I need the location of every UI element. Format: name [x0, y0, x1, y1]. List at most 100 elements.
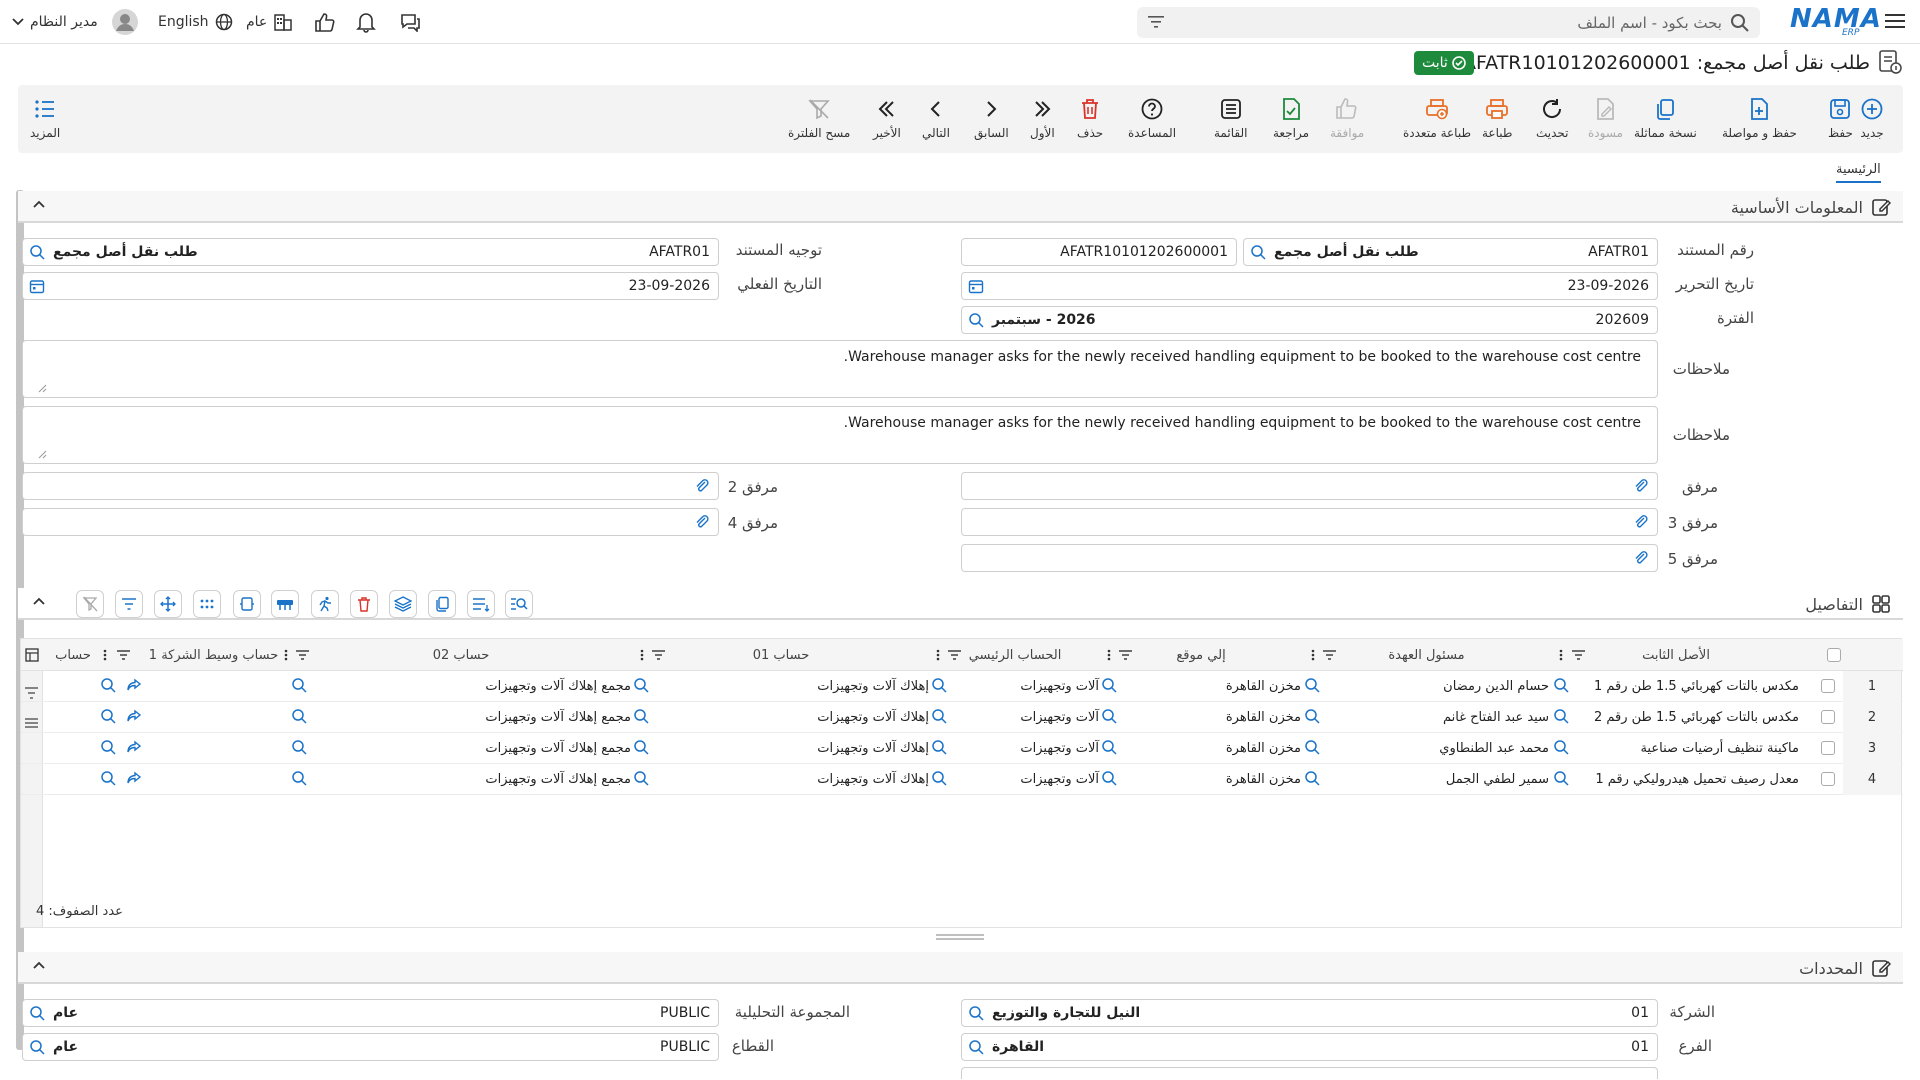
paperclip-icon[interactable] [1633, 514, 1649, 530]
column-menu-icon[interactable] [936, 649, 940, 661]
cell-search-icon[interactable] [1101, 739, 1117, 755]
paperclip-icon[interactable] [1633, 478, 1649, 494]
lookup-search-icon[interactable] [29, 1005, 45, 1021]
cell-search-icon[interactable] [1553, 677, 1569, 693]
column-filter-icon[interactable] [117, 650, 130, 660]
grid-table-icon[interactable] [271, 590, 299, 618]
resize-handle-icon[interactable] [37, 449, 47, 459]
details-header[interactable]: التفاصيل [18, 588, 1903, 620]
col-account01[interactable]: حساب 01 [633, 639, 929, 671]
save-button[interactable]: حفظ [1828, 97, 1853, 140]
cell-search-icon[interactable] [100, 708, 116, 724]
chat-icon[interactable] [399, 0, 421, 44]
hamburger-menu-icon[interactable] [1885, 12, 1905, 30]
list-button[interactable]: القائمة [1214, 97, 1247, 140]
column-filter-icon[interactable] [1323, 650, 1336, 660]
cell-search-icon[interactable] [633, 770, 649, 786]
cell-search-icon[interactable] [931, 677, 947, 693]
table-row[interactable]: 4 معدل رصيف تحميل هيدروليكي رقم 1 سمير لطف… [21, 764, 1903, 795]
more-button[interactable]: المزيد [30, 97, 60, 140]
cell-search-icon[interactable] [1304, 677, 1320, 693]
attach-field[interactable] [961, 472, 1658, 500]
column-chooser-icon[interactable] [25, 648, 39, 662]
cell-search-icon[interactable] [291, 708, 307, 724]
company-field[interactable]: 01 النيل للتجارة والتوزيع [961, 999, 1658, 1027]
cell-search-icon[interactable] [1304, 770, 1320, 786]
cell-search-icon[interactable] [1101, 770, 1117, 786]
table-row[interactable]: 2 مكدس بالتات كهربائي 1.5 طن رقم 2 سيد عبد… [21, 702, 1903, 733]
lookup-search-icon[interactable] [29, 244, 45, 260]
cell-search-icon[interactable] [100, 677, 116, 693]
column-menu-icon[interactable] [1107, 649, 1111, 661]
share-icon[interactable] [126, 771, 142, 785]
cell-search-icon[interactable] [1101, 677, 1117, 693]
share-icon[interactable] [126, 740, 142, 754]
filter-icon[interactable] [1148, 15, 1164, 29]
cell-search-icon[interactable] [291, 739, 307, 755]
grid-fit-icon[interactable] [233, 590, 261, 618]
refresh-button[interactable]: تحديث [1536, 97, 1569, 140]
row-checkbox[interactable] [1821, 772, 1835, 786]
cell-search-icon[interactable] [1553, 708, 1569, 724]
notes-textarea-2[interactable]: Warehouse manager asks for the newly rec… [22, 406, 1658, 464]
analytic-field[interactable]: PUBLIC عام [22, 999, 719, 1027]
delete-button[interactable]: حذف [1077, 97, 1103, 140]
column-filter-icon[interactable] [1572, 650, 1585, 660]
paperclip-icon[interactable] [1633, 550, 1649, 566]
collapse-chevron-icon[interactable] [32, 960, 46, 970]
grid-dots-icon[interactable] [193, 590, 221, 618]
language-switch[interactable]: English [158, 0, 233, 44]
cell-search-icon[interactable] [291, 677, 307, 693]
search-icon[interactable] [1730, 13, 1750, 33]
review-button[interactable]: مراجعة [1273, 97, 1309, 140]
splitter-handle[interactable] [936, 934, 984, 940]
period-field[interactable]: 202609 2026 - سبتمبر [961, 306, 1658, 334]
attach4-field[interactable] [22, 508, 719, 536]
row-checkbox[interactable] [1821, 741, 1835, 755]
doc-route-field[interactable]: AFATR01 طلب نقل أصل مجمع [22, 238, 719, 266]
cell-search-icon[interactable] [100, 739, 116, 755]
grid-delete-icon[interactable] [350, 590, 378, 618]
calendar-icon[interactable] [29, 278, 45, 294]
attach2-field[interactable] [22, 472, 719, 500]
cell-search-icon[interactable] [633, 739, 649, 755]
row-checkbox[interactable] [1821, 679, 1835, 693]
lookup-search-icon[interactable] [968, 312, 984, 328]
first-button[interactable]: الأول [1030, 97, 1055, 140]
basic-info-header[interactable]: المعلومات الأساسية [18, 191, 1903, 223]
column-filter-icon[interactable] [296, 650, 309, 660]
help-button[interactable]: المساعدة [1128, 97, 1176, 140]
grid-sort-icon[interactable] [467, 590, 495, 618]
column-filter-icon[interactable] [948, 650, 961, 660]
table-row[interactable]: 3 ماكينة تنظيف أرضيات صناعية محمد عبد الطن… [21, 733, 1903, 764]
column-menu-icon[interactable] [640, 649, 644, 661]
cell-search-icon[interactable] [1553, 739, 1569, 755]
cell-search-icon[interactable] [633, 677, 649, 693]
grid-filter-icon[interactable] [115, 590, 143, 618]
share-icon[interactable] [126, 709, 142, 723]
paperclip-icon[interactable] [694, 478, 710, 494]
draft-button[interactable]: مسودة [1588, 97, 1623, 140]
save-continue-button[interactable]: حفظ و مواصلة [1722, 97, 1797, 140]
lookup-search-icon[interactable] [1250, 244, 1266, 260]
bell-icon[interactable] [356, 0, 376, 44]
collapse-chevron-icon[interactable] [32, 596, 46, 606]
column-filter-icon[interactable] [1119, 650, 1132, 660]
new-button[interactable]: جديد [1860, 97, 1884, 140]
column-menu-icon[interactable] [103, 649, 107, 661]
edit-date-field[interactable]: 23-09-2026 [961, 272, 1658, 300]
table-row[interactable]: 1 مكدس بالتات كهربائي 1.5 طن رقم 1 حسام ال… [21, 671, 1903, 702]
cell-search-icon[interactable] [1304, 739, 1320, 755]
attach5-field[interactable] [961, 544, 1658, 572]
cell-search-icon[interactable] [633, 708, 649, 724]
cell-search-icon[interactable] [931, 739, 947, 755]
grid-copy-icon[interactable] [428, 590, 456, 618]
column-menu-icon[interactable] [284, 649, 288, 661]
col-custodian[interactable]: مسئول العهدة [1304, 639, 1549, 671]
select-all-checkbox[interactable] [1827, 648, 1841, 662]
print-button[interactable]: طباعة [1482, 97, 1512, 140]
cell-search-icon[interactable] [931, 770, 947, 786]
column-filter-icon[interactable] [652, 650, 665, 660]
cell-search-icon[interactable] [291, 770, 307, 786]
grid-move-icon[interactable] [154, 590, 182, 618]
